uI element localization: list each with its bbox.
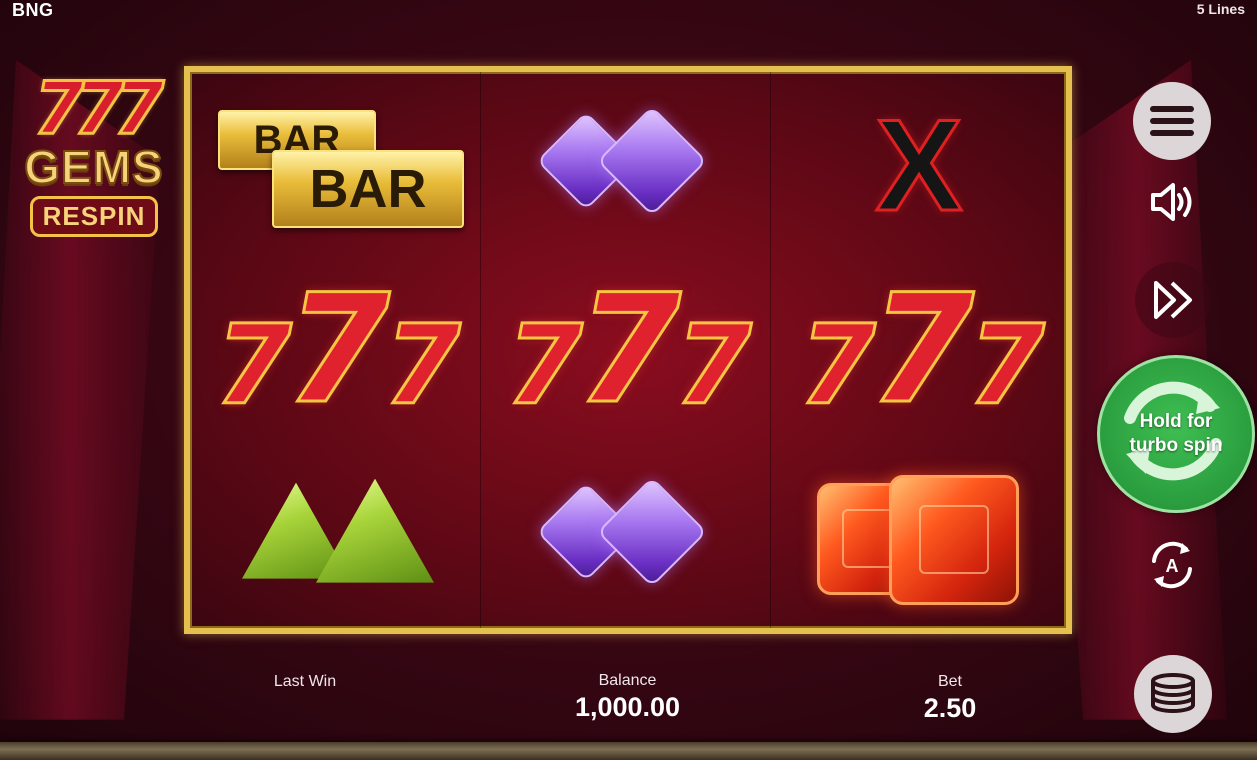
quick-spin-button[interactable] xyxy=(1135,262,1211,338)
symbol-sevens: 7 7 7 xyxy=(481,257,771,442)
reel-3: X 7 7 7 xyxy=(770,72,1067,628)
logo-sevens: 777 xyxy=(32,66,165,150)
hamburger-menu-icon xyxy=(1150,100,1194,142)
last-win-display: Last Win xyxy=(250,673,360,691)
reel-2: 7 7 7 xyxy=(480,72,771,628)
seven-right: 7 xyxy=(674,300,753,429)
bet-value: 2.50 xyxy=(923,693,977,723)
symbol-purple-diamond-gems xyxy=(481,443,771,628)
balance-label: Balance xyxy=(598,672,657,689)
sevens-glyphs: 7 7 7 xyxy=(505,262,753,437)
bar-plate-front: BAR xyxy=(272,150,464,228)
x-icon: X xyxy=(874,91,964,238)
symbol-green-triangle-gems xyxy=(190,443,480,628)
bet-display: Bet 2.50 xyxy=(895,673,1005,724)
seven-center: 7 xyxy=(284,262,391,437)
coin-stack-icon xyxy=(1151,673,1195,713)
spin-button-label: Hold for turbo spin xyxy=(1116,410,1236,458)
provider-brand: BNG xyxy=(12,0,54,20)
purple-gem-icon xyxy=(596,476,708,587)
sevens-glyphs: 7 7 7 xyxy=(798,262,1046,437)
symbol-red-x: X xyxy=(771,72,1067,257)
spin-label-line1: Hold for xyxy=(1139,411,1213,432)
symbol-purple-diamond-gems xyxy=(481,72,771,257)
symbol-sevens: 7 7 7 xyxy=(190,257,480,442)
logo-respin: RESPIN xyxy=(29,196,159,237)
seven-left: 7 xyxy=(798,300,877,429)
balance-display: Balance 1,000.00 xyxy=(540,672,715,723)
spin-button[interactable]: Hold for turbo spin xyxy=(1097,355,1255,513)
seven-center: 7 xyxy=(868,262,975,437)
logo-gems: GEMS xyxy=(23,141,164,193)
reels-frame: BAR BAR 7 7 7 7 7 7 X 7 7 7 xyxy=(184,66,1072,634)
autoplay-icon: A xyxy=(1152,541,1192,589)
paylines-count: 5 Lines xyxy=(1196,1,1245,17)
sound-button[interactable] xyxy=(1142,172,1202,232)
purple-gem-icon xyxy=(596,105,708,217)
bet-settings-button[interactable] xyxy=(1134,655,1212,733)
reel-1: BAR BAR 7 7 7 xyxy=(190,72,480,628)
seven-left: 7 xyxy=(214,300,293,429)
seven-left: 7 xyxy=(505,300,584,429)
speaker-icon xyxy=(1151,183,1192,221)
stage-floor xyxy=(0,742,1257,760)
seven-center: 7 xyxy=(575,262,682,437)
top-bar: BNG 5 Lines xyxy=(0,0,1257,20)
ruby-gem-icon xyxy=(889,474,1019,605)
autoplay-letter: A xyxy=(1166,556,1179,576)
menu-button[interactable] xyxy=(1133,82,1211,160)
game-logo: 777 GEMS RESPIN xyxy=(10,66,178,248)
symbol-bar-bar: BAR BAR xyxy=(190,72,480,257)
green-gem-icon xyxy=(316,478,434,583)
symbol-orange-ruby-gems xyxy=(771,443,1067,628)
seven-right: 7 xyxy=(967,300,1046,429)
bet-label: Bet xyxy=(937,673,962,690)
autoplay-button[interactable]: A xyxy=(1140,533,1204,597)
fast-forward-icon xyxy=(1154,281,1192,319)
balance-value: 1,000.00 xyxy=(574,692,681,722)
symbol-sevens: 7 7 7 xyxy=(771,257,1067,442)
last-win-label: Last Win xyxy=(273,673,337,690)
seven-right: 7 xyxy=(383,300,462,429)
sevens-glyphs: 7 7 7 xyxy=(214,262,462,437)
spin-label-line2: turbo spin xyxy=(1129,435,1223,456)
